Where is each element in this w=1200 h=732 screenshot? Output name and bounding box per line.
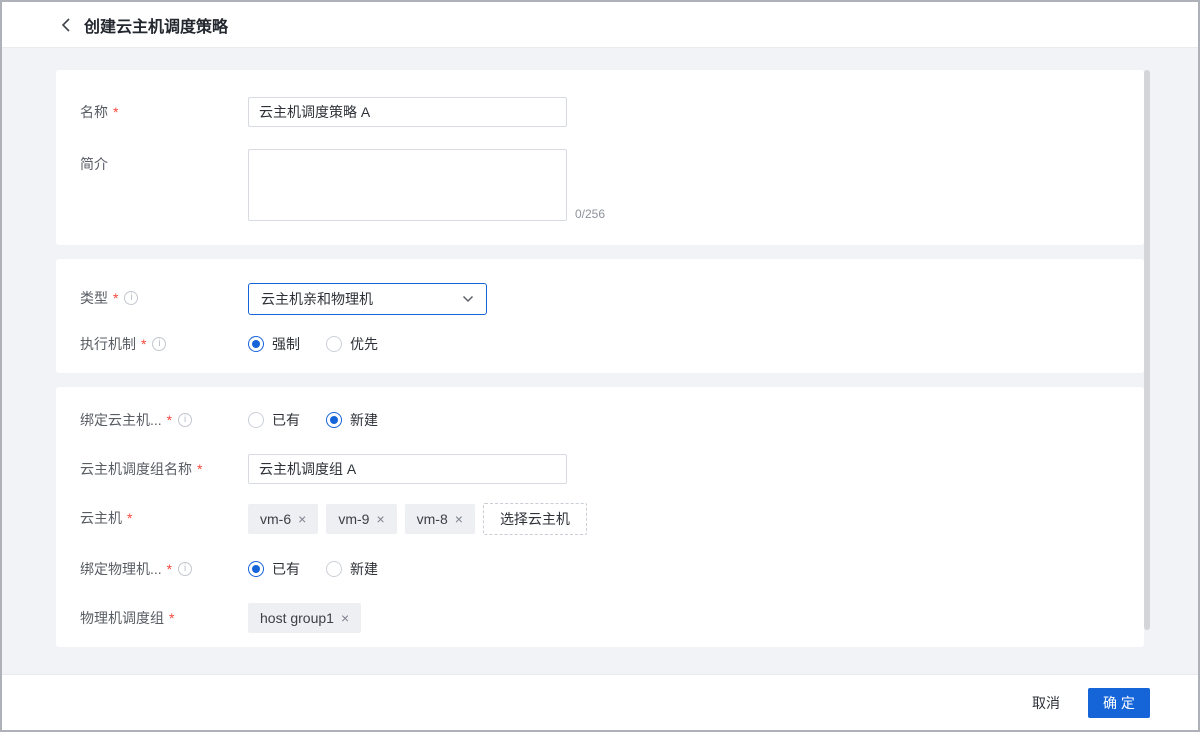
vm-label: 云主机 * xyxy=(80,503,248,533)
bind-host-radio-group: 已有 新建 xyxy=(248,554,404,584)
radio-vm-new[interactable]: 新建 xyxy=(326,410,378,430)
mechanism-radio-group: 强制 优先 xyxy=(248,329,404,359)
vm-tags: vm-6 × vm-9 × vm-8 × 选择云主机 xyxy=(248,503,587,535)
char-counter: 0/256 xyxy=(575,207,605,221)
description-textarea[interactable] xyxy=(248,149,567,221)
bind-host-label: 绑定物理机... * i xyxy=(80,554,248,584)
name-row: 名称 * xyxy=(80,97,1120,127)
select-vm-button[interactable]: 选择云主机 xyxy=(483,503,587,535)
required-mark: * xyxy=(127,510,132,526)
tag-close-icon[interactable]: × xyxy=(341,611,349,625)
radio-mechanism-mandatory[interactable]: 强制 xyxy=(248,334,300,354)
info-icon: i xyxy=(152,337,166,351)
chevron-left-icon xyxy=(61,17,71,33)
radio-dot xyxy=(248,561,264,577)
confirm-button[interactable]: 确 定 xyxy=(1088,688,1150,718)
page-header: 创建云主机调度策略 xyxy=(2,2,1198,48)
radio-dot xyxy=(326,412,342,428)
radio-host-new[interactable]: 新建 xyxy=(326,559,378,579)
back-button[interactable] xyxy=(56,15,76,35)
required-mark: * xyxy=(113,104,118,120)
host-group-tag: host group1 × xyxy=(248,603,361,633)
vm-tag: vm-8 × xyxy=(405,504,475,534)
required-mark: * xyxy=(169,610,174,626)
page-title: 创建云主机调度策略 xyxy=(84,13,228,37)
host-group-label: 物理机调度组 * xyxy=(80,603,248,633)
name-label: 名称 * xyxy=(80,97,248,127)
type-label: 类型 * i xyxy=(80,283,248,313)
vm-group-name-input[interactable] xyxy=(248,454,567,484)
required-mark: * xyxy=(167,561,172,577)
bind-vm-row: 绑定云主机... * i 已有 新建 xyxy=(80,405,1120,435)
bind-vm-label: 绑定云主机... * i xyxy=(80,405,248,435)
name-input[interactable] xyxy=(248,97,567,127)
radio-dot xyxy=(248,336,264,352)
host-group-row: 物理机调度组 * host group1 × xyxy=(80,603,1120,633)
scrollbar-thumb[interactable] xyxy=(1144,70,1150,630)
vm-row: 云主机 * vm-6 × vm-9 × vm-8 × xyxy=(80,503,1120,535)
radio-dot xyxy=(248,412,264,428)
description-label: 简介 xyxy=(80,149,248,179)
form-scroll-area: 名称 * 简介 0/256 类型 xyxy=(2,48,1198,674)
cancel-button[interactable]: 取消 xyxy=(1032,693,1060,713)
description-row: 简介 0/256 xyxy=(80,149,1120,221)
basic-info-card: 名称 * 简介 0/256 xyxy=(56,70,1144,245)
info-icon: i xyxy=(124,291,138,305)
type-row: 类型 * i 云主机亲和物理机 xyxy=(80,283,1120,315)
vm-tag: vm-9 × xyxy=(326,504,396,534)
vm-tag: vm-6 × xyxy=(248,504,318,534)
bind-vm-radio-group: 已有 新建 xyxy=(248,405,404,435)
binding-card: 绑定云主机... * i 已有 新建 云主机调度组 xyxy=(56,387,1144,647)
type-select-value: 云主机亲和物理机 xyxy=(261,289,373,309)
tag-close-icon[interactable]: × xyxy=(455,512,463,526)
mechanism-label: 执行机制 * i xyxy=(80,329,248,359)
radio-host-existing[interactable]: 已有 xyxy=(248,559,300,579)
page-footer: 取消 确 定 xyxy=(2,674,1198,730)
tag-close-icon[interactable]: × xyxy=(376,512,384,526)
window: 创建云主机调度策略 名称 * 简介 0/256 xyxy=(0,0,1200,732)
required-mark: * xyxy=(141,336,146,352)
radio-vm-existing[interactable]: 已有 xyxy=(248,410,300,430)
radio-mechanism-preferred[interactable]: 优先 xyxy=(326,334,378,354)
mechanism-row: 执行机制 * i 强制 优先 xyxy=(80,329,1120,359)
vm-group-name-row: 云主机调度组名称 * xyxy=(80,454,1120,484)
bind-host-row: 绑定物理机... * i 已有 新建 xyxy=(80,554,1120,584)
required-mark: * xyxy=(197,461,202,477)
host-group-tags: host group1 × xyxy=(248,603,369,633)
required-mark: * xyxy=(167,412,172,428)
vm-group-name-label: 云主机调度组名称 * xyxy=(80,454,248,484)
type-card: 类型 * i 云主机亲和物理机 xyxy=(56,259,1144,373)
info-icon: i xyxy=(178,413,192,427)
radio-dot xyxy=(326,561,342,577)
info-icon: i xyxy=(178,562,192,576)
tag-close-icon[interactable]: × xyxy=(298,512,306,526)
radio-dot xyxy=(326,336,342,352)
type-select[interactable]: 云主机亲和物理机 xyxy=(248,283,487,315)
required-mark: * xyxy=(113,290,118,306)
chevron-down-icon xyxy=(462,295,474,303)
